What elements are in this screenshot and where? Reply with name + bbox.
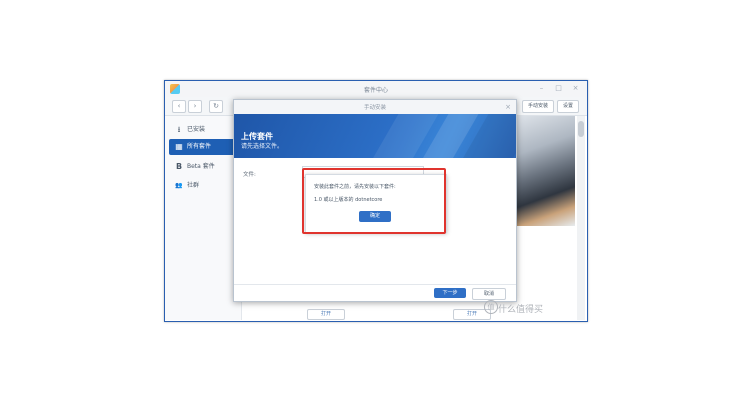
sidebar-item-beta[interactable]: B Beta 套件 xyxy=(169,159,237,175)
window-titlebar[interactable]: 套件中心 – □ × xyxy=(165,81,587,98)
refresh-button[interactable]: ↻ xyxy=(209,100,223,113)
minimize-icon[interactable]: – xyxy=(537,84,546,93)
community-icon: 👥 xyxy=(175,182,183,189)
scrollbar[interactable] xyxy=(577,116,585,320)
package-banner-image xyxy=(515,116,575,226)
banner-subtitle: 请先选择文件。 xyxy=(241,143,284,150)
sidebar: ⭳ 已安装 ▦ 所有套件 B Beta 套件 👥 社群 xyxy=(165,116,242,320)
cancel-button[interactable]: 取消 xyxy=(472,288,506,300)
close-icon[interactable]: × xyxy=(571,84,580,93)
dialog-titlebar[interactable]: 手动安装 × xyxy=(234,100,516,115)
back-button[interactable]: ‹ xyxy=(172,100,186,113)
dialog-banner: 上传套件 请先选择文件。 xyxy=(234,114,516,158)
highlight-box xyxy=(302,168,446,234)
sidebar-item-all-packages[interactable]: ▦ 所有套件 xyxy=(169,139,237,155)
manual-install-button[interactable]: 手动安装 xyxy=(522,100,554,113)
sidebar-item-label: Beta 套件 xyxy=(187,163,215,170)
dialog-footer-divider xyxy=(234,284,516,285)
sidebar-item-installed[interactable]: ⭳ 已安装 xyxy=(169,122,237,138)
maximize-icon[interactable]: □ xyxy=(554,84,563,93)
window-title: 套件中心 xyxy=(363,87,388,94)
close-icon[interactable]: × xyxy=(503,102,513,112)
download-icon: ⭳ xyxy=(177,125,181,134)
scrollbar-thumb[interactable] xyxy=(578,121,584,137)
forward-button[interactable]: › xyxy=(188,100,202,113)
watermark-text: 什么值得买 xyxy=(498,305,544,315)
file-label: 文件: xyxy=(243,172,256,178)
settings-button[interactable]: 设置 xyxy=(557,100,579,113)
sidebar-item-label: 已安装 xyxy=(187,126,206,133)
dialog-title: 手动安装 xyxy=(363,105,386,111)
sidebar-item-community[interactable]: 👥 社群 xyxy=(169,178,237,194)
watermark-logo-icon: 值 xyxy=(484,300,498,314)
sidebar-item-label: 社群 xyxy=(187,182,200,189)
next-button[interactable]: 下一步 xyxy=(434,288,466,298)
grid-icon: ▦ xyxy=(175,142,183,151)
open-button[interactable]: 打开 xyxy=(307,309,345,320)
sidebar-item-label: 所有套件 xyxy=(187,143,212,150)
beta-icon: B xyxy=(175,162,183,171)
